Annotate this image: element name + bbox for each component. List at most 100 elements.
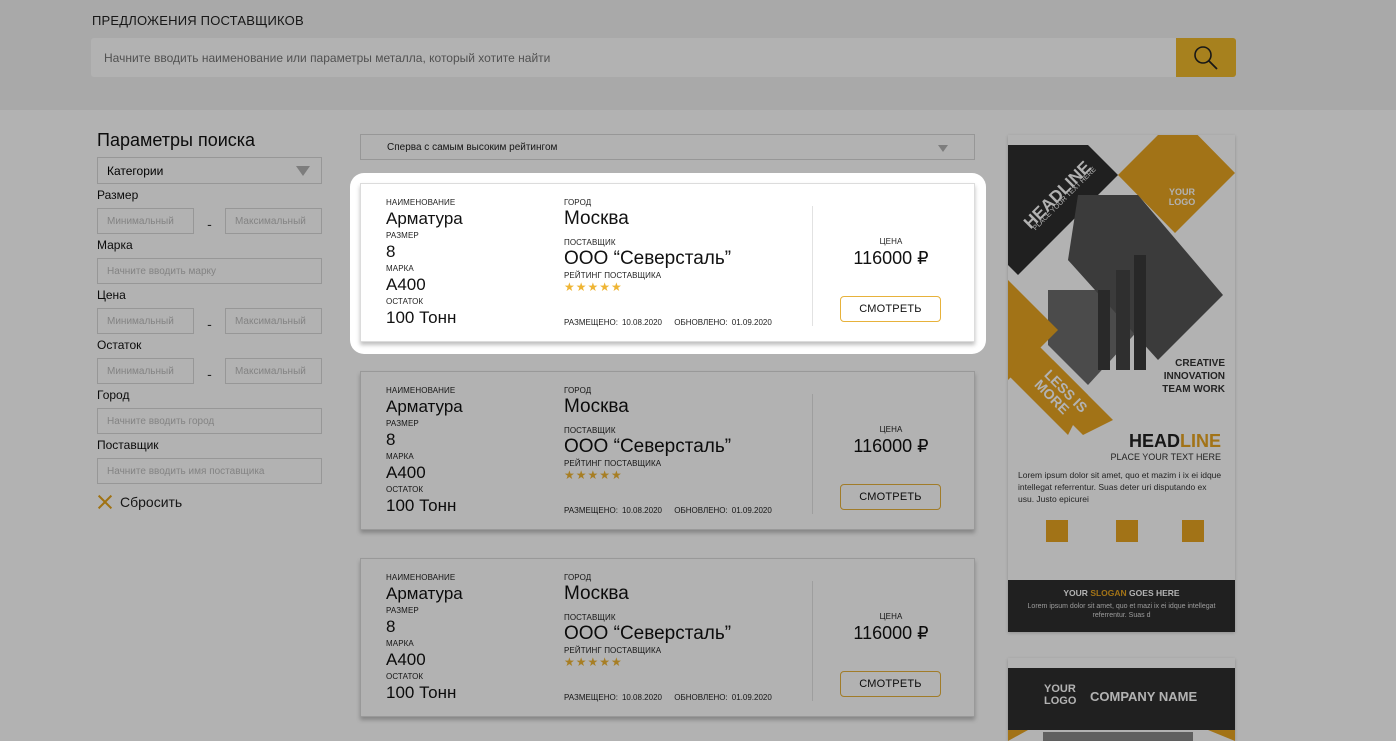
offer-city: Москва: [564, 396, 629, 417]
price-block: ЦЕНА 116000 ₽: [841, 612, 941, 645]
stock-min-input[interactable]: Минимальный: [97, 358, 194, 384]
size-range: Минимальный - Максимальный: [97, 208, 322, 234]
filters-title: Параметры поиска: [97, 130, 256, 150]
updated-date: 01.09.2020: [731, 318, 772, 327]
ad-your-logo: YOUR LOGO: [1168, 187, 1196, 207]
offer-supplier: ООО “Северсталь”: [564, 248, 732, 269]
supplier-label: Поставщик: [97, 438, 159, 452]
supplier-input[interactable]: Начните вводить имя поставщика: [97, 458, 322, 484]
placed-date: 10.08.2020: [621, 506, 662, 515]
brand-label: Марка: [97, 238, 133, 252]
divider: [812, 394, 813, 514]
updated-label: ОБНОВЛЕНО:: [674, 318, 728, 327]
reset-label: Сбросить: [120, 494, 183, 510]
offer-name: Арматура: [386, 397, 463, 416]
view-button[interactable]: СМОТРЕТЬ: [840, 671, 941, 697]
rating-label: РЕЙТИНГ ПОСТАВЩИКА: [564, 271, 662, 280]
updated-date: 01.09.2020: [731, 693, 772, 702]
offer-card: НАИМЕНОВАНИЕ Арматура РАЗМЕР 8 МАРКА А40…: [360, 558, 975, 717]
sort-select-value: Сперва с самым высоким рейтингом: [387, 141, 558, 153]
price-block: ЦЕНА 116000 ₽: [841, 237, 941, 270]
placed-label: РАЗМЕЩЕНО:: [564, 506, 618, 515]
placed-label: РАЗМЕЩЕНО:: [564, 693, 618, 702]
stock-label: ОСТАТОК: [386, 485, 424, 494]
ad-banner[interactable]: HEADLINE PLACE YOUR TEXT HERE YOUR LOGO …: [1008, 135, 1235, 632]
placed-label: РАЗМЕЩЕНО:: [564, 318, 618, 327]
price-max-input[interactable]: Максимальный: [224, 308, 322, 334]
ad-lorem-2: Lorem ipsum dolor sit amet, quo et mazi …: [1027, 603, 1216, 619]
chevron-down-icon: [938, 145, 948, 152]
ad-banner[interactable]: YOUR LOGO COMPANY NAME: [1008, 658, 1235, 741]
close-icon: [97, 494, 113, 510]
ad-headline-a: HEAD: [1128, 431, 1180, 451]
size-min-input[interactable]: Минимальный: [97, 208, 194, 234]
page-title: ПРЕДЛОЖЕНИЯ ПОСТАВЩИКОВ: [92, 13, 304, 28]
ad2-company-name: COMPANY NAME: [1090, 689, 1198, 704]
ad-slogan-b: SLOGAN: [1090, 588, 1127, 598]
offer-brand: А400: [386, 463, 426, 482]
offer-supplier: ООО “Северсталь”: [564, 623, 732, 644]
ad-team-work: TEAM WORK: [1162, 384, 1225, 395]
offer-size: 8: [386, 430, 396, 449]
view-button[interactable]: СМОТРЕТЬ: [840, 484, 941, 510]
price-label: Цена: [97, 288, 126, 302]
divider: [812, 206, 813, 326]
city-label: ГОРОД: [564, 386, 592, 395]
search-input[interactable]: [91, 38, 1176, 77]
offer-brand: А400: [386, 275, 426, 294]
rating-label: РЕЙТИНГ ПОСТАВЩИКА: [564, 646, 662, 655]
updated-label: ОБНОВЛЕНО:: [674, 693, 728, 702]
size-label: РАЗМЕР: [386, 606, 419, 615]
size-max-input[interactable]: Максимальный: [224, 208, 322, 234]
price-label: ЦЕНА: [879, 425, 903, 434]
divider: [812, 581, 813, 701]
price-label: ЦЕНА: [879, 237, 903, 246]
rating-stars: ★★★★★: [564, 655, 623, 669]
placed-date: 10.08.2020: [621, 318, 662, 327]
range-dash: -: [207, 316, 212, 332]
stock-max-input[interactable]: Максимальный: [224, 358, 322, 384]
brand-label: МАРКА: [386, 639, 414, 648]
reset-button[interactable]: Сбросить: [97, 494, 322, 510]
offer-price: 116000 ₽: [853, 623, 929, 643]
offer-supplier: ООО “Северсталь”: [564, 436, 732, 457]
price-min-input[interactable]: Минимальный: [97, 308, 194, 334]
offer-stock: 100 Тонн: [386, 683, 457, 702]
offer-price: 116000 ₽: [853, 248, 929, 268]
ad-slogan: YOUR SLOGAN GOES HERE: [1008, 588, 1235, 598]
offer-size: 8: [386, 617, 396, 636]
search-button[interactable]: [1176, 38, 1236, 77]
category-select[interactable]: Категории: [97, 157, 322, 184]
ad-place-text: PLACE YOUR TEXT HERE: [1110, 452, 1221, 462]
stock-label: ОСТАТОК: [386, 672, 424, 681]
search-bar: [91, 38, 1176, 77]
name-label: НАИМЕНОВАНИЕ: [386, 573, 456, 582]
offer-name: Арматура: [386, 584, 463, 603]
name-label: НАИМЕНОВАНИЕ: [386, 198, 456, 207]
sort-select[interactable]: Сперва с самым высоким рейтингом: [360, 134, 975, 160]
brand-input[interactable]: Начните вводить марку: [97, 258, 322, 284]
range-dash: -: [207, 366, 212, 382]
name-label: НАИМЕНОВАНИЕ: [386, 386, 456, 395]
ad-creative: CREATIVE: [1175, 358, 1225, 369]
supplier-label: ПОСТАВЩИК: [564, 426, 616, 435]
offer-size: 8: [386, 242, 396, 261]
supplier-label: ПОСТАВЩИК: [564, 238, 616, 247]
stock-label: Остаток: [97, 338, 142, 352]
offer-dates: РАЗМЕЩЕНО: 10.08.2020 ОБНОВЛЕНО: 01.09.202…: [564, 693, 776, 702]
stock-label: ОСТАТОК: [386, 297, 424, 306]
view-button[interactable]: СМОТРЕТЬ: [840, 296, 941, 322]
chevron-down-icon: [296, 166, 310, 176]
size-label: РАЗМЕР: [386, 419, 419, 428]
city-input[interactable]: Начните вводить город: [97, 408, 322, 434]
ad-headline: HEADLINE: [1129, 431, 1221, 452]
ad-creative-block: CREATIVE INNOVATION TEAM WORK: [1162, 357, 1225, 396]
city-label: Город: [97, 388, 130, 402]
offer-city: Москва: [564, 208, 629, 229]
filter-panel: Параметры поиска Категории Размер Минима…: [97, 130, 322, 510]
range-dash: -: [207, 216, 212, 232]
updated-label: ОБНОВЛЕНО:: [674, 506, 728, 515]
offer-city: Москва: [564, 583, 629, 604]
offer-name: Арматура: [386, 209, 463, 228]
updated-date: 01.09.2020: [731, 506, 772, 515]
